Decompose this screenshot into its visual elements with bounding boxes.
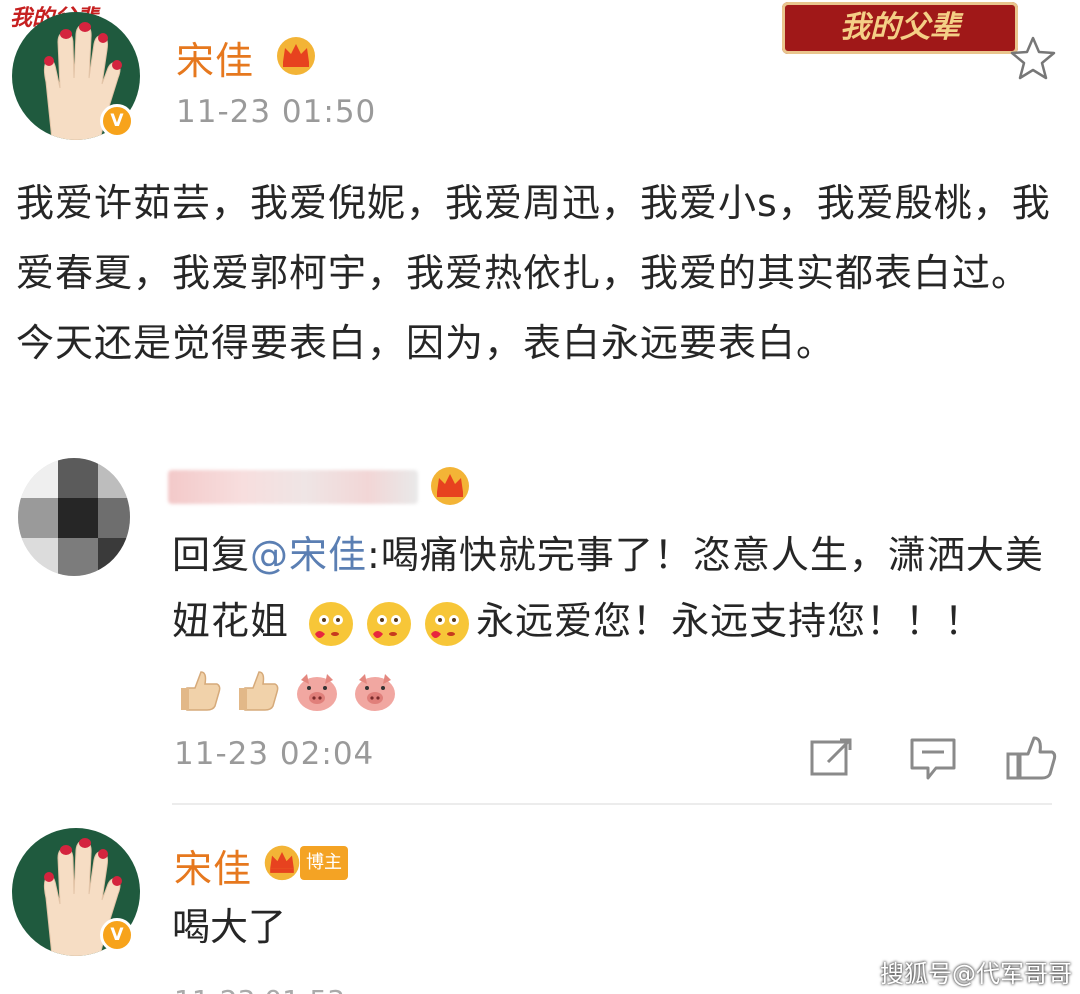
reply-prefix: 回复 bbox=[172, 533, 251, 577]
comment-divider bbox=[172, 803, 1052, 805]
crown-icon bbox=[431, 467, 469, 505]
pig-emoji-icon bbox=[355, 673, 395, 711]
post-author-name[interactable]: 宋佳 bbox=[176, 30, 254, 85]
love-face-emoji-icon bbox=[367, 601, 412, 646]
owner-reply-text: 喝大了 bbox=[172, 905, 287, 949]
pig-emoji-icon bbox=[297, 673, 337, 711]
owner-reply-timestamp: 11-23 01:53 bbox=[174, 984, 345, 994]
post-text: 我爱许茹芸，我爱倪妮，我爱周迅，我爱小s，我爱殷桃，我爱春夏，我爱郭柯宇，我爱热… bbox=[16, 181, 1051, 365]
crown-icon bbox=[264, 845, 300, 881]
like-icon[interactable] bbox=[1004, 732, 1058, 782]
reply-text-b: 永远爱您！永远支持您！！！ bbox=[476, 599, 984, 643]
mention-link[interactable]: @宋佳 bbox=[250, 533, 367, 577]
reply-timestamp: 11-23 02:04 bbox=[174, 736, 375, 772]
verified-icon: V bbox=[100, 918, 134, 952]
star-icon[interactable] bbox=[1008, 34, 1058, 82]
love-face-emoji-icon bbox=[309, 601, 354, 646]
love-face-emoji-icon bbox=[425, 601, 470, 646]
comment-icon[interactable] bbox=[906, 732, 960, 782]
owner-reply-author[interactable]: 宋佳 bbox=[174, 838, 252, 893]
thumbs-up-emoji-icon bbox=[181, 670, 221, 711]
banner-logo: 我的父辈 bbox=[782, 2, 1018, 54]
commenter-name-blurred[interactable] bbox=[168, 470, 418, 504]
watermark: 搜狐号@代军哥哥 bbox=[880, 960, 1072, 988]
commenter-avatar[interactable] bbox=[18, 458, 130, 576]
share-icon[interactable] bbox=[806, 732, 860, 782]
owner-badge: 博主 bbox=[300, 846, 348, 880]
reply-text: 回复@宋佳:喝痛快就完事了！恣意人生，潇洒大美妞花姐 永远爱您！永远支持您！！！ bbox=[172, 522, 1052, 720]
thumbs-up-emoji-icon bbox=[239, 670, 279, 711]
post-timestamp: 11-23 01:50 bbox=[176, 94, 377, 130]
verified-icon: V bbox=[100, 104, 134, 138]
crown-icon bbox=[277, 37, 315, 75]
